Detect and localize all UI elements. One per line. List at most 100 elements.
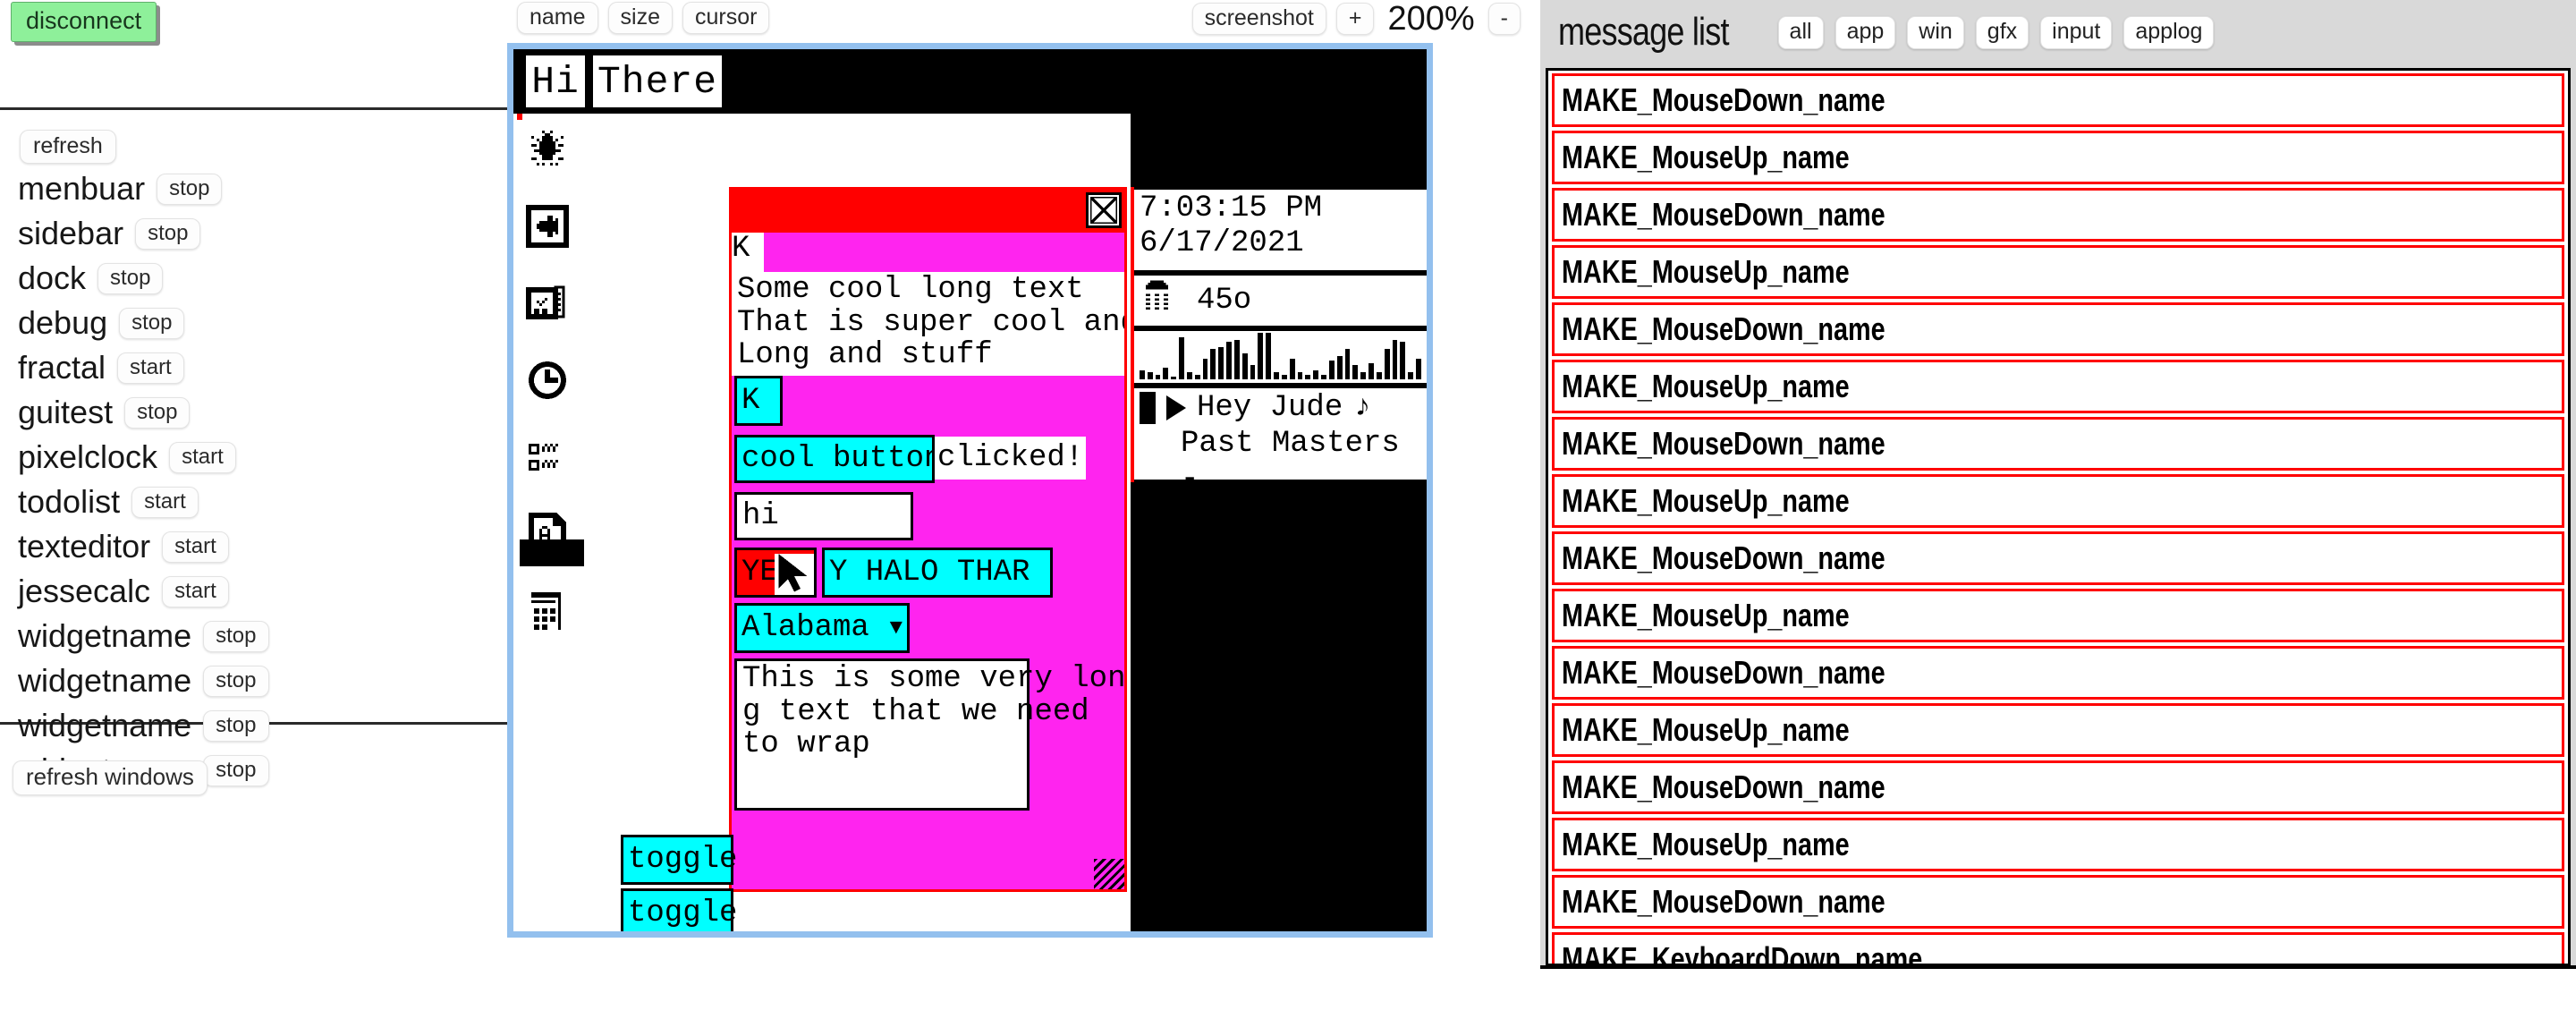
toolbar-name-button[interactable]: name xyxy=(517,2,598,35)
message-row[interactable]: MAKE_MouseDown_name xyxy=(1552,302,2564,356)
music-album: Past Masters - xyxy=(1181,427,1400,497)
message-filter-input[interactable]: input xyxy=(2040,15,2113,49)
message-filter-applog[interactable]: applog xyxy=(2123,15,2215,49)
equalizer-bar xyxy=(1289,358,1295,379)
message-filter-gfx[interactable]: gfx xyxy=(1975,15,2029,49)
message-row[interactable]: MAKE_MouseUp_name xyxy=(1552,131,2564,184)
app-action-button[interactable]: start xyxy=(162,575,229,607)
app-action-button[interactable]: start xyxy=(169,441,236,473)
message-row-text: MAKE_MouseDown_name xyxy=(1562,769,1885,805)
equalizer-bar xyxy=(1233,339,1240,379)
message-row[interactable]: MAKE_MouseDown_name xyxy=(1552,875,2564,929)
app-action-button[interactable]: start xyxy=(117,352,184,384)
cool-button[interactable]: cool button xyxy=(734,435,942,483)
bug-icon[interactable] xyxy=(522,124,572,174)
music-widget[interactable]: Hey Jude ♪ Past Masters - xyxy=(1134,386,1427,497)
menu-item-hi[interactable]: Hi xyxy=(523,53,588,110)
app-action-button[interactable]: stop xyxy=(203,754,269,786)
app-name: todolist xyxy=(18,483,121,521)
yez-button[interactable]: YEZ xyxy=(734,548,817,598)
app-row: dock stop xyxy=(18,259,510,298)
play-icon[interactable] xyxy=(1166,395,1186,421)
app-action-button[interactable]: stop xyxy=(124,396,191,429)
zoom-in-button[interactable]: + xyxy=(1335,2,1375,36)
app-action-button[interactable]: stop xyxy=(203,620,269,652)
app-action-button[interactable]: start xyxy=(131,486,199,518)
message-filter-all[interactable]: all xyxy=(1777,15,1824,49)
app-name: guitest xyxy=(18,394,114,431)
refresh-windows-button[interactable]: refresh windows xyxy=(13,760,208,796)
text-input[interactable]: hi xyxy=(734,492,913,540)
app-action-button[interactable]: stop xyxy=(97,262,164,294)
close-icon[interactable] xyxy=(1086,192,1122,228)
message-row[interactable]: MAKE_MouseDown_name xyxy=(1552,417,2564,471)
fractal-icon[interactable] xyxy=(522,201,572,251)
message-filter-app[interactable]: app xyxy=(1835,15,1896,49)
dock-selection-bar xyxy=(520,539,584,566)
equalizer-bar xyxy=(1194,374,1200,379)
toolbar-size-button[interactable]: size xyxy=(607,2,674,35)
message-row[interactable]: MAKE_MouseUp_name xyxy=(1552,245,2564,299)
screenshot-button[interactable]: screenshot xyxy=(1191,2,1326,36)
equalizer-bar xyxy=(1297,372,1303,379)
equalizer-bar xyxy=(1392,339,1398,379)
disconnect-button[interactable]: disconnect xyxy=(11,2,157,42)
app-action-button[interactable]: stop xyxy=(203,709,269,742)
message-row[interactable]: MAKE_MouseUp_name xyxy=(1552,818,2564,871)
message-row[interactable]: MAKE_MouseUp_name xyxy=(1552,360,2564,413)
equalizer-bar xyxy=(1241,353,1248,379)
message-row[interactable]: MAKE_MouseDown_name xyxy=(1552,73,2564,127)
toolbar-cursor-button[interactable]: cursor xyxy=(682,2,770,35)
calculator-icon[interactable] xyxy=(522,586,572,636)
message-row[interactable]: MAKE_KeyboardDown_name xyxy=(1552,932,2564,966)
zoom-out-button[interactable]: - xyxy=(1487,2,1521,36)
menu-item-there[interactable]: There xyxy=(590,53,724,110)
message-list[interactable]: MAKE_MouseDown_name MAKE_MouseUp_name MAKE… xyxy=(1546,68,2571,966)
message-row[interactable]: MAKE_MouseDown_name xyxy=(1552,531,2564,585)
stop-icon[interactable] xyxy=(1140,392,1156,425)
zoom-level-value: 200% xyxy=(1387,0,1475,38)
equalizer-bar xyxy=(1384,349,1390,379)
emulator-window[interactable]: Hi There K Some cool long text That is s… xyxy=(507,43,1433,938)
app-row: jessecalc start xyxy=(18,572,510,611)
message-row[interactable]: MAKE_MouseUp_name xyxy=(1552,703,2564,757)
gui-test-window[interactable]: K Some cool long text That is super cool… xyxy=(729,187,1127,892)
clock-widget[interactable]: 7:03:15 PM 6/17/2021 xyxy=(1134,187,1427,273)
app-name: menbuar xyxy=(18,170,146,208)
app-action-button[interactable]: stop xyxy=(203,665,269,697)
message-row[interactable]: MAKE_MouseDown_name xyxy=(1552,646,2564,700)
message-row[interactable]: MAKE_MouseDown_name xyxy=(1552,760,2564,814)
app-row: guitest stop xyxy=(18,393,510,432)
toggle-button-2[interactable]: toggle xyxy=(621,888,737,931)
refresh-button[interactable]: refresh xyxy=(20,130,116,165)
message-filter-win[interactable]: win xyxy=(1907,15,1964,49)
os-menubar: Hi There xyxy=(513,49,1427,114)
message-row[interactable]: MAKE_MouseUp_name xyxy=(1552,474,2564,528)
message-row[interactable]: MAKE_MouseUp_name xyxy=(1552,589,2564,642)
message-row[interactable]: MAKE_MouseDown_name xyxy=(1552,188,2564,242)
toggle-button-1[interactable]: toggle xyxy=(621,835,737,885)
music-title: Hey Jude xyxy=(1197,391,1343,425)
weather-temperature: 45o xyxy=(1197,284,1252,318)
halo-button[interactable]: Y HALO THAR xyxy=(822,548,1053,598)
pixelclock-icon[interactable] xyxy=(522,432,572,482)
weather-widget[interactable]: 45o xyxy=(1134,273,1427,328)
app-action-button[interactable]: stop xyxy=(119,307,185,339)
clock-date: 6/17/2021 xyxy=(1140,226,1304,261)
app-window-titlebar[interactable] xyxy=(732,190,1124,233)
clock-icon[interactable] xyxy=(522,355,572,405)
guitest-icon[interactable] xyxy=(522,278,572,328)
app-rows: menbuar stop sidebar stop dock stop debug stop f… xyxy=(18,169,510,790)
message-row-text: MAKE_MouseUp_name xyxy=(1562,139,1850,175)
app-action-button[interactable]: stop xyxy=(135,217,201,250)
emulator-screen[interactable]: Hi There K Some cool long text That is s… xyxy=(513,49,1427,931)
state-select[interactable]: Alabama ▼ xyxy=(734,603,910,653)
message-row-text: MAKE_KeyboardDown_name xyxy=(1562,940,1923,966)
message-row-text: MAKE_MouseUp_name xyxy=(1562,482,1850,519)
app-action-button[interactable]: start xyxy=(162,531,229,563)
app-action-button[interactable]: stop xyxy=(157,173,223,205)
equalizer-bar xyxy=(1281,374,1287,379)
wrapping-textarea[interactable]: This is some very lon g text that we nee… xyxy=(734,658,1124,811)
resize-grip-icon[interactable] xyxy=(1094,859,1124,889)
message-row-text: MAKE_MouseUp_name xyxy=(1562,368,1850,404)
